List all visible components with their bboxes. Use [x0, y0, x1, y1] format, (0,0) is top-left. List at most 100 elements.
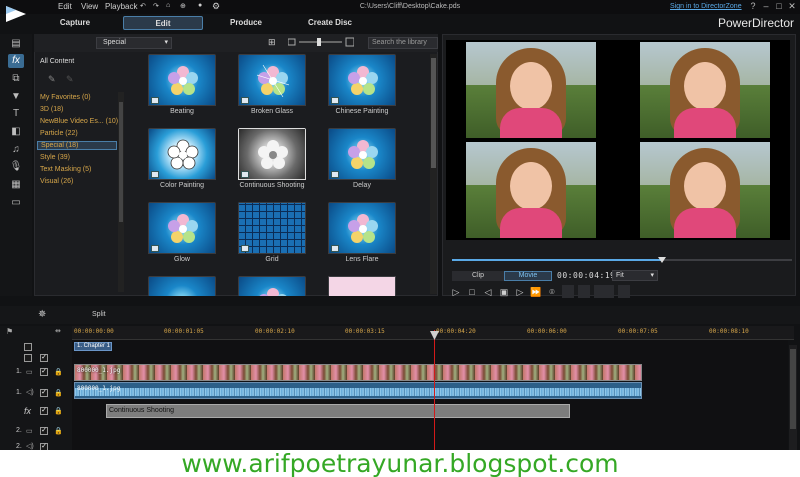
timeline-scrollbar[interactable] [789, 345, 797, 450]
lock-icon[interactable]: 🔒 [54, 389, 63, 397]
effect-clip[interactable]: Continuous Shooting [106, 404, 570, 418]
pip-room-icon[interactable]: ⧉ [8, 72, 24, 86]
tab-create-disc[interactable]: Create Disc [300, 16, 360, 30]
lock-icon[interactable]: 🔒 [54, 368, 63, 376]
display-mode-button[interactable] [594, 285, 614, 298]
minimize-icon[interactable]: – [760, 1, 772, 12]
effect-continuous-shooting[interactable]: Continuous Shooting [238, 128, 306, 190]
previous-frame-icon[interactable]: ◁ [482, 286, 494, 298]
menu-view[interactable]: View [81, 2, 98, 11]
tab-capture[interactable]: Capture [44, 16, 106, 30]
tab-edit[interactable]: Edit [123, 16, 203, 30]
search-input[interactable]: Search the library [368, 37, 438, 49]
video-track-icon: ▭ [26, 369, 33, 376]
effect-label: Delay [353, 182, 371, 189]
play-icon[interactable]: ▷ [450, 286, 462, 298]
effect-delay[interactable]: Delay [328, 128, 396, 190]
close-icon[interactable]: ✕ [786, 1, 798, 12]
pause-icon[interactable]: ▣ [498, 286, 510, 298]
split-button[interactable]: Split [92, 311, 106, 318]
undock-button[interactable] [618, 285, 630, 298]
effect-partial-2[interactable] [238, 276, 306, 296]
remove-favorite-icon[interactable]: ✎ [66, 74, 74, 85]
effect-glow[interactable]: Glow [148, 202, 216, 264]
effect-room-icon[interactable]: fx [8, 54, 24, 68]
clip-mode-button[interactable]: Clip [452, 271, 504, 281]
user-icon[interactable]: ● [198, 2, 202, 9]
preview-quality-button[interactable] [578, 285, 590, 298]
effect-label: Lens Flare [345, 256, 379, 263]
lock-icon[interactable]: 🔒 [54, 407, 63, 415]
help-icon[interactable]: ? [747, 1, 759, 12]
category-select[interactable]: Special ▾ [96, 37, 172, 49]
tree-item-3d[interactable]: 3D (18) [40, 106, 63, 113]
gear-icon[interactable]: ⚙ [212, 1, 220, 12]
effect-chinese-painting[interactable]: Chinese Painting [328, 54, 396, 116]
effect-partial-1[interactable] [148, 276, 216, 296]
tree-item-text-masking[interactable]: Text Masking (5) [40, 166, 91, 173]
stop-icon[interactable]: □ [466, 286, 478, 298]
video-clip[interactable]: 800000_1.jpg [74, 364, 642, 381]
audio-mixing-icon[interactable]: ♫ [8, 143, 24, 157]
tree-scrollbar[interactable] [118, 92, 124, 292]
tree-item-particle[interactable]: Particle (22) [40, 130, 78, 137]
subtitle-track-enable-checkbox[interactable]: ✓ [40, 354, 48, 362]
lock-icon[interactable]: 🔒 [54, 427, 63, 435]
effect-color-painting[interactable]: Color Painting [148, 128, 216, 190]
zoom-fit-select[interactable]: Fit ▾ [612, 270, 658, 281]
timeline-settings-icon[interactable]: ⚑ [6, 327, 13, 336]
redo-icon[interactable]: ↷ [153, 2, 159, 10]
library-scrollbar[interactable] [430, 54, 437, 294]
effect-beating[interactable]: Beating [148, 54, 216, 116]
sign-in-link[interactable]: Sign in to DirectorZone [670, 3, 742, 10]
effect-lens-flare[interactable]: Lens Flare [328, 202, 396, 264]
tab-produce[interactable]: Produce [216, 16, 276, 30]
fit-timeline-icon[interactable]: ⇹ [55, 327, 61, 335]
movie-mode-button[interactable]: Movie [504, 271, 552, 281]
media-room-icon[interactable]: ▤ [8, 37, 24, 51]
snapshot-icon[interactable]: ⌾ [546, 286, 558, 298]
search-placeholder: Search the library [372, 39, 427, 46]
chapter-marker[interactable]: 1. Chapter 1 [74, 342, 112, 351]
tree-item-newblue[interactable]: NewBlue Video Es... (10) [40, 118, 118, 125]
timecode-display[interactable]: 00:00:04:19 [557, 271, 615, 280]
particle-room-icon[interactable]: ▼ [8, 90, 24, 104]
subtitle-room-icon[interactable]: ▭ [8, 196, 24, 210]
audio-clip[interactable]: 800000_1.jpg [74, 382, 642, 399]
effect-partial-3[interactable] [328, 276, 396, 296]
menu-playback[interactable]: Playback [105, 2, 137, 11]
fast-forward-icon[interactable]: ⏩ [530, 286, 542, 298]
tree-item-my-favorites[interactable]: My Favorites (0) [40, 94, 91, 101]
transition-room-icon[interactable]: ◧ [8, 125, 24, 139]
playhead-line[interactable] [434, 330, 435, 452]
next-frame-icon[interactable]: ▷ [514, 286, 526, 298]
thumbnail-size-slider[interactable] [288, 37, 354, 47]
grid-view-icon[interactable]: ⊞ [268, 37, 278, 47]
video-track-2-enable-checkbox[interactable]: ✓ [40, 427, 48, 435]
title-room-icon[interactable]: T [8, 107, 24, 121]
audio-track-enable-checkbox[interactable]: ✓ [40, 389, 48, 397]
render-icon[interactable]: ⌂ [166, 2, 170, 9]
volume-button[interactable] [562, 285, 574, 298]
zoom-icon[interactable]: ⊕ [180, 2, 186, 10]
magic-tools-icon[interactable]: ✵ [38, 309, 46, 320]
preview-seek-slider[interactable] [452, 257, 792, 263]
voice-over-icon[interactable]: 🎙 [8, 160, 24, 174]
menu-edit[interactable]: Edit [58, 2, 72, 11]
tree-root[interactable]: All Content [40, 58, 74, 65]
tree-item-special[interactable]: Special (18) [37, 141, 117, 150]
fx-track-enable-checkbox[interactable]: ✓ [40, 407, 48, 415]
tree-item-style[interactable]: Style (39) [40, 154, 70, 161]
effect-broken-glass[interactable]: Broken Glass [238, 54, 306, 116]
effect-grid[interactable]: Grid [238, 202, 306, 264]
chapter-room-icon[interactable]: ▦ [8, 178, 24, 192]
chapter-track-toggle[interactable] [24, 343, 32, 351]
preview-video[interactable] [446, 40, 790, 240]
track-1a-number: 1. [16, 389, 22, 396]
tree-item-visual[interactable]: Visual (26) [40, 178, 73, 185]
subtitle-track-toggle[interactable] [24, 354, 32, 362]
maximize-icon[interactable]: □ [773, 1, 785, 12]
undo-icon[interactable]: ↶ [140, 2, 146, 10]
video-track-enable-checkbox[interactable]: ✓ [40, 368, 48, 376]
add-favorite-icon[interactable]: ✎ [48, 74, 56, 85]
